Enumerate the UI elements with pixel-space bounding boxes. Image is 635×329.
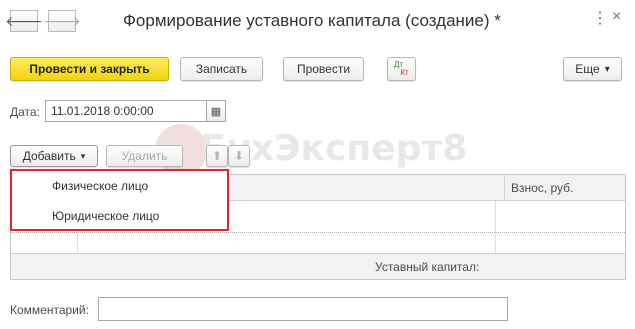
post-and-close-button[interactable]: Провести и закрыть bbox=[10, 57, 169, 81]
back-button[interactable]: 🡐 bbox=[5, 10, 43, 32]
save-button[interactable]: Записать bbox=[180, 57, 263, 81]
more-button[interactable]: Еще ▾ bbox=[563, 57, 622, 81]
add-button[interactable]: Добавить ▾ bbox=[10, 145, 98, 167]
arrow-right-icon: 🡒 bbox=[43, 12, 81, 29]
menu-item-individual[interactable]: Физическое лицо bbox=[52, 179, 148, 193]
more-label: Еще bbox=[575, 62, 600, 76]
add-label: Добавить bbox=[22, 149, 76, 163]
calendar-icon: ▦ bbox=[210, 105, 222, 118]
dt-kt-icon-bottom: Кт bbox=[400, 68, 409, 77]
comment-input[interactable] bbox=[98, 297, 508, 321]
comment-label: Комментарий: bbox=[10, 303, 89, 317]
date-input[interactable]: 11.01.2018 0:00:00 bbox=[45, 100, 207, 122]
delete-button[interactable]: Удалить bbox=[106, 145, 183, 167]
forward-button[interactable]: 🡒 bbox=[43, 10, 81, 32]
calendar-button[interactable]: ▦ bbox=[206, 100, 226, 122]
date-label: Дата: bbox=[10, 105, 40, 119]
move-up-button[interactable]: ⬆ bbox=[206, 145, 228, 167]
more-dots-icon[interactable]: ⋮ bbox=[592, 8, 608, 28]
chevron-down-icon: ▾ bbox=[604, 63, 610, 75]
menu-item-legal-entity[interactable]: Юридическое лицо bbox=[52, 209, 159, 223]
chevron-down-icon: ▾ bbox=[80, 150, 86, 161]
row-separator bbox=[11, 232, 625, 233]
add-type-dropdown: Физическое лицо Юридическое лицо bbox=[10, 169, 229, 231]
dt-kt-button[interactable]: Дт Кт bbox=[387, 57, 416, 81]
arrow-left-icon: 🡐 bbox=[5, 12, 43, 29]
move-down-button[interactable]: ⬇ bbox=[228, 145, 250, 167]
arrow-down-icon: ⬇ bbox=[233, 149, 245, 163]
authorized-capital-label: Уставный капитал: bbox=[375, 260, 480, 274]
close-icon[interactable]: × bbox=[612, 8, 621, 26]
table-footer: Уставный капитал: bbox=[11, 253, 625, 279]
window-title: Формирование уставного капитала (создани… bbox=[123, 11, 501, 30]
post-button[interactable]: Провести bbox=[283, 57, 364, 81]
arrow-up-icon: ⬆ bbox=[211, 149, 223, 163]
table-header-contribution: Взнос, руб. bbox=[505, 175, 625, 201]
